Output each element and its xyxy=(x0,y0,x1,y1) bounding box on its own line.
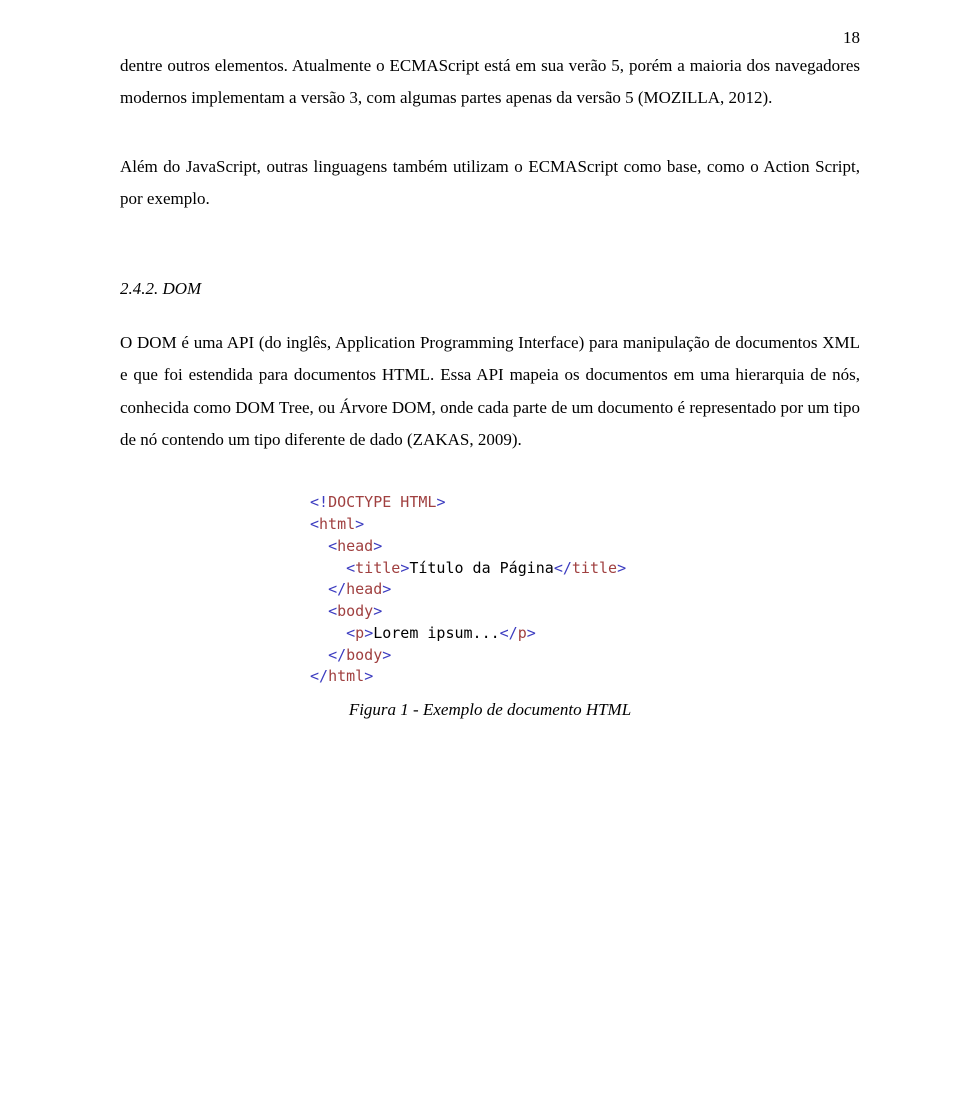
code-tag: p xyxy=(355,624,364,642)
code-tag: head xyxy=(346,580,382,598)
code-bracket: > xyxy=(617,559,626,577)
code-tag: title xyxy=(355,559,400,577)
code-bracket: < xyxy=(346,559,355,577)
paragraph-2: Além do JavaScript, outras linguagens ta… xyxy=(120,151,860,216)
figure-caption: Figura 1 - Exemplo de documento HTML xyxy=(120,700,860,720)
code-bracket: < xyxy=(328,602,337,620)
code-tag: DOCTYPE HTML xyxy=(328,493,436,511)
code-bracket: </ xyxy=(328,646,346,664)
section-heading: 2.4.2. DOM xyxy=(120,279,860,299)
code-tag: head xyxy=(337,537,373,555)
code-bracket: > xyxy=(400,559,409,577)
paragraph-3: O DOM é uma API (do inglês, Application … xyxy=(120,327,860,456)
code-bracket: </ xyxy=(328,580,346,598)
code-text: Lorem ipsum... xyxy=(373,624,499,642)
code-bracket: > xyxy=(382,580,391,598)
code-block: <!DOCTYPE HTML> <html> <head> <title>Tít… xyxy=(310,492,860,688)
code-bracket: < xyxy=(346,624,355,642)
page-number: 18 xyxy=(843,28,860,48)
code-bracket: > xyxy=(436,493,445,511)
code-bracket: > xyxy=(364,624,373,642)
paragraph-1: dentre outros elementos. Atualmente o EC… xyxy=(120,50,860,115)
code-bracket: > xyxy=(373,602,382,620)
code-bracket: > xyxy=(355,515,364,533)
code-tag: body xyxy=(337,602,373,620)
code-text: Título da Página xyxy=(409,559,554,577)
code-bracket: </ xyxy=(310,667,328,685)
code-bracket: > xyxy=(373,537,382,555)
code-tag: html xyxy=(328,667,364,685)
code-bracket: </ xyxy=(554,559,572,577)
code-bracket: <! xyxy=(310,493,328,511)
code-tag: body xyxy=(346,646,382,664)
section-number: 2.4.2. xyxy=(120,279,158,298)
code-tag: p xyxy=(518,624,527,642)
code-bracket: </ xyxy=(500,624,518,642)
code-tag: html xyxy=(319,515,355,533)
code-bracket: < xyxy=(310,515,319,533)
code-bracket: > xyxy=(527,624,536,642)
code-bracket: > xyxy=(364,667,373,685)
section-title: DOM xyxy=(163,279,202,298)
code-bracket: < xyxy=(328,537,337,555)
code-bracket: > xyxy=(382,646,391,664)
code-tag: title xyxy=(572,559,617,577)
